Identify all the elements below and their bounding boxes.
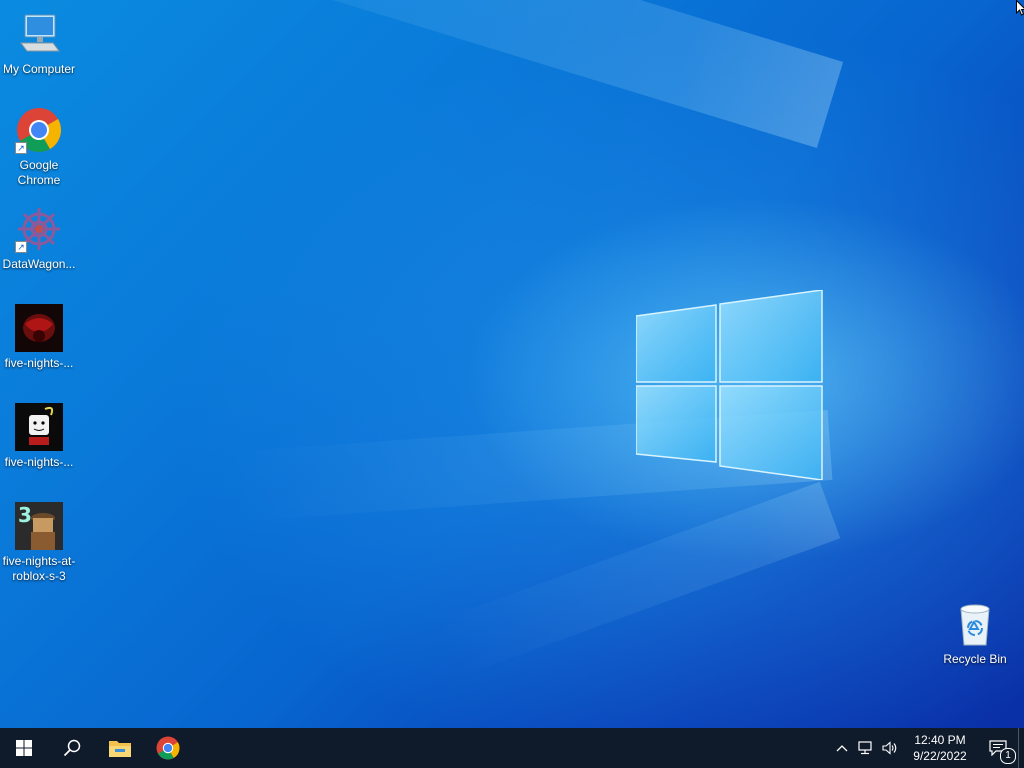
taskbar: 12:40 PM 9/22/2022 1 xyxy=(0,728,1024,768)
show-hidden-icons-button[interactable] xyxy=(830,728,854,768)
chrome-icon xyxy=(156,736,180,760)
desktop-icon-recycle-bin[interactable]: Recycle Bin xyxy=(937,600,1013,667)
mouse-cursor-icon xyxy=(1016,0,1024,16)
desktop-icon-five-nights-3[interactable]: 3 five-nights-at-roblox-s-3 xyxy=(1,502,77,584)
search-icon xyxy=(63,739,81,757)
taskbar-chrome[interactable] xyxy=(144,728,192,768)
speaker-icon xyxy=(882,741,897,755)
file-explorer-icon xyxy=(109,741,131,757)
recycle-bin-icon xyxy=(951,600,999,648)
start-button[interactable] xyxy=(0,728,48,768)
computer-icon xyxy=(15,10,63,58)
svg-text:3: 3 xyxy=(18,503,32,527)
clock-time: 12:40 PM xyxy=(914,733,966,747)
desktop-wallpaper[interactable]: My Computer ↗ Google Chrome ↗ DataWagon.… xyxy=(0,0,1024,728)
action-center-button[interactable]: 1 xyxy=(978,728,1018,768)
system-tray: 12:40 PM 9/22/2022 1 xyxy=(830,728,1024,768)
desktop-icon-label: My Computer xyxy=(2,62,76,76)
taskbar-file-explorer[interactable] xyxy=(96,728,144,768)
network-icon xyxy=(858,741,872,755)
shortcut-arrow-icon: ↗ xyxy=(15,241,27,253)
volume-button[interactable] xyxy=(878,728,902,768)
shortcut-arrow-icon: ↗ xyxy=(15,142,27,154)
chevron-up-icon xyxy=(836,745,848,752)
desktop-icon-my-computer[interactable]: My Computer xyxy=(1,10,77,77)
desktop-icon-label: five-nights-at-roblox-s-3 xyxy=(2,554,76,583)
taskbar-clock[interactable]: 12:40 PM 9/22/2022 xyxy=(902,732,978,764)
network-button[interactable] xyxy=(854,728,878,768)
desktop-icon-google-chrome[interactable]: ↗ Google Chrome xyxy=(1,106,77,188)
notification-badge: 1 xyxy=(1000,748,1016,764)
desktop-icon-label: five-nights-... xyxy=(4,356,74,370)
desktop-icon-label: five-nights-... xyxy=(4,455,74,469)
desktop-icon-five-nights-1[interactable]: five-nights-... xyxy=(1,304,77,371)
clock-date: 9/22/2022 xyxy=(913,749,967,763)
desktop-icon-label: Recycle Bin xyxy=(943,652,1007,666)
desktop-icon-datawagon[interactable]: ↗ DataWagon... xyxy=(1,205,77,272)
game-thumbnail-roblox xyxy=(15,403,63,451)
start-icon xyxy=(16,740,32,756)
wallpaper-light-beam xyxy=(80,0,844,149)
desktop-icon-five-nights-2[interactable]: five-nights-... xyxy=(1,403,77,470)
datawagon-icon: ↗ xyxy=(15,205,63,253)
chrome-icon: ↗ xyxy=(15,106,63,154)
desktop-icon-label: DataWagon... xyxy=(2,257,76,271)
wallpaper-light-beam xyxy=(434,481,841,679)
desktop-icon-label: Google Chrome xyxy=(17,158,61,187)
windows-logo-wallpaper xyxy=(636,290,823,480)
show-desktop-button[interactable] xyxy=(1018,728,1024,768)
game-thumbnail-red xyxy=(15,304,63,352)
search-button[interactable] xyxy=(48,728,96,768)
game-thumbnail-3: 3 xyxy=(15,502,63,550)
